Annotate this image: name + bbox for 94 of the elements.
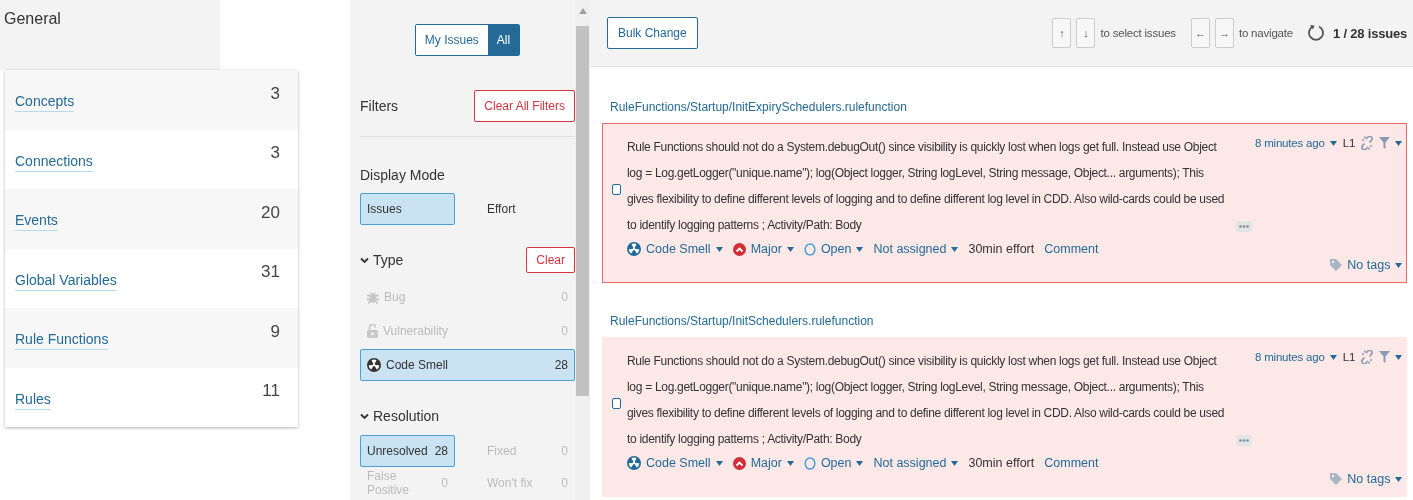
type-dropdown[interactable]: Code Smell [627, 242, 723, 256]
facet-item[interactable]: Unresolved 28 [360, 435, 455, 467]
assignee-dropdown[interactable]: Not assigned [873, 456, 959, 470]
caret-icon [1329, 354, 1337, 360]
count: 9 [270, 321, 280, 342]
refresh-arrow-icon [1308, 23, 1324, 43]
bulk-change-button[interactable]: Bulk Change [607, 17, 698, 49]
issue-message: Rule Functions should not do a System.debugOut() since visibility is quickly lost when logs get full. Instead use Object log = Log.getLogger("unique.name"); log(Object logger, String logLevel, String message, Object... arguments); This gives flexibility to define different levels of logging and to define different log level in CDD. Also wild-cards could be used to identify logging patterns ; Activity/Path: Body [627, 353, 1226, 448]
radiation-icon [367, 358, 381, 372]
category-link[interactable]: Events [15, 212, 58, 232]
assignee-dropdown[interactable]: Not assigned [873, 242, 959, 256]
caret-icon [856, 460, 864, 466]
caret-icon [715, 460, 723, 466]
issue-card[interactable] [602, 337, 1407, 497]
count: 11 [262, 381, 280, 402]
facet-title: Type [373, 252, 404, 268]
category-link[interactable]: Connections [15, 152, 93, 172]
facet-title: Resolution [373, 408, 440, 424]
tag-icon [1330, 259, 1343, 271]
padlock-icon [367, 324, 378, 338]
arrow-key[interactable]: → [1214, 18, 1234, 48]
refresh-icon[interactable] [1308, 23, 1324, 43]
radiation-icon [627, 242, 641, 256]
filter-icon[interactable] [1379, 351, 1403, 363]
filter-icon[interactable] [1379, 137, 1403, 149]
comment-link[interactable]: Comment [1044, 456, 1099, 470]
bug-icon [367, 290, 379, 304]
category-link[interactable]: Rules [15, 390, 51, 410]
checkbox[interactable] [611, 183, 621, 195]
caret-icon [1395, 262, 1403, 268]
tags-dropdown[interactable]: No tags [1330, 258, 1403, 272]
caret-icon [951, 460, 959, 466]
severity-major-icon [732, 456, 746, 470]
filters-title: Filters [360, 98, 399, 114]
broken-link-icon [1361, 136, 1374, 150]
caret-icon [1329, 140, 1337, 146]
clear-all-filters-button[interactable]: Clear All Filters [474, 90, 575, 122]
clear-button[interactable]: Clear [526, 247, 575, 273]
broken-link-icon [1361, 350, 1374, 364]
caret-icon [1395, 476, 1403, 482]
toggle-option[interactable]: All [487, 25, 520, 55]
file-path-link[interactable]: RuleFunctions/Startup/InitExpirySchedulers.rulefunction [610, 100, 907, 114]
category-link[interactable]: Global Variables [15, 271, 117, 291]
caret-icon [715, 246, 723, 252]
severity-dropdown[interactable]: Major [732, 242, 794, 256]
section-title: General [4, 10, 61, 27]
caret-icon [1395, 140, 1403, 146]
line-label: L1 [1342, 137, 1356, 149]
facet-item[interactable]: Code Smell 28 [360, 349, 575, 381]
issue-counter: 1 / 28 issues [1333, 25, 1407, 41]
count: 31 [261, 262, 280, 283]
arrow-key[interactable]: ↓ [1076, 18, 1096, 48]
issue-message: Rule Functions should not do a System.debugOut() since visibility is quickly lost when logs get full. Instead use Object log = Log.getLogger("unique.name"); log(Object logger, String logLevel, String message, Object... arguments); This gives flexibility to define different levels of logging and to define different log level in CDD. Also wild-cards could be used to identify logging patterns ; Activity/Path: Body [627, 139, 1226, 234]
circle-icon [803, 456, 816, 470]
display-mode-option[interactable]: Issues [360, 193, 455, 225]
count: 3 [270, 83, 280, 104]
checkbox[interactable] [611, 397, 621, 409]
dots-icon [1239, 439, 1249, 442]
caret-icon [1395, 354, 1403, 360]
count: 20 [261, 202, 280, 223]
effort-label: 30min effort [968, 456, 1035, 470]
circle-icon [803, 242, 816, 256]
caret-icon [951, 246, 959, 252]
caret-icon [786, 246, 794, 252]
tags-dropdown[interactable]: No tags [1330, 472, 1403, 486]
category-link[interactable]: Concepts [15, 93, 75, 113]
issue-card[interactable] [602, 123, 1407, 283]
display-mode-title: Display Mode [360, 167, 446, 183]
type-dropdown[interactable]: Code Smell [627, 456, 723, 470]
file-path-link[interactable]: RuleFunctions/Startup/InitSchedulers.rulefunction [610, 314, 874, 328]
time-dropdown[interactable]: 8 minutes ago [1255, 137, 1337, 149]
status-dropdown[interactable]: Open [803, 242, 864, 256]
severity-major-icon [732, 242, 746, 256]
comment-link[interactable]: Comment [1044, 242, 1099, 256]
navigate-hint: to navigate [1238, 27, 1293, 39]
funnel-icon [1379, 351, 1391, 363]
scroll-up-icon [578, 8, 587, 14]
caret-icon [786, 460, 794, 466]
severity-dropdown[interactable]: Major [732, 456, 794, 470]
radiation-icon [627, 456, 641, 470]
dots-icon [1239, 225, 1249, 228]
arrow-key[interactable]: ↑ [1052, 18, 1072, 48]
time-dropdown[interactable]: 8 minutes ago [1255, 351, 1337, 363]
display-mode-option[interactable]: Effort [480, 193, 575, 225]
funnel-icon [1379, 137, 1391, 149]
select-hint: to select issues [1100, 27, 1176, 39]
category-link[interactable]: Rule Functions [15, 331, 109, 351]
tag-icon [1330, 473, 1343, 485]
caret-icon [856, 246, 864, 252]
status-dropdown[interactable]: Open [803, 456, 864, 470]
effort-label: 30min effort [968, 242, 1035, 256]
count: 3 [270, 143, 280, 164]
line-label: L1 [1342, 351, 1356, 363]
arrow-key[interactable]: ← [1190, 18, 1210, 48]
